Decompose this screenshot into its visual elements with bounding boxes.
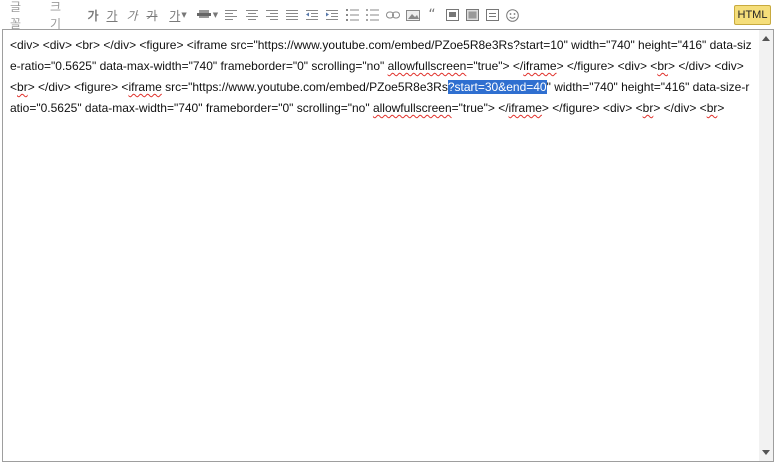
strikethrough-icon[interactable]: 가: [144, 5, 160, 25]
selected-text: ?start=30&end=40: [447, 80, 547, 94]
video-icon[interactable]: [444, 5, 460, 25]
italic-icon[interactable]: 가: [124, 5, 140, 25]
chevron-down-icon: ▼: [181, 11, 187, 19]
source-text-segment: > </div> <: [653, 101, 707, 115]
html-source-editor[interactable]: <div> <div> <br> </div> <figure> <iframe…: [2, 29, 774, 462]
source-text-segment: > </figure> <div> <: [541, 101, 643, 115]
link-icon[interactable]: [385, 5, 401, 25]
align-center-icon[interactable]: [245, 5, 259, 25]
font-size-select[interactable]: 크기: [50, 0, 74, 31]
align-left-icon[interactable]: [224, 5, 238, 25]
misspelled-word: br: [706, 101, 718, 115]
editor-toolbar: 글꼴 크기 가 가 가 가 가 ▼ ▼ “ HTML: [0, 0, 775, 31]
misspelled-word: iframe: [508, 101, 542, 115]
source-text-segment: ="true"> </: [466, 59, 524, 73]
underline-icon[interactable]: 가: [104, 5, 120, 25]
source-text-segment: ="true"> </: [451, 101, 509, 115]
scroll-down-arrow-icon[interactable]: [762, 450, 770, 455]
source-text-segment: > </div> <figure> <: [27, 80, 129, 94]
misspelled-word: iframe: [128, 80, 162, 94]
html-mode-button[interactable]: HTML: [734, 5, 771, 25]
font-color-glyph: 가: [169, 8, 181, 23]
emoji-icon[interactable]: [504, 5, 520, 25]
bullet-list-icon[interactable]: [365, 5, 379, 25]
chevron-down-icon: ▼: [212, 11, 219, 19]
bold-icon[interactable]: 가: [85, 5, 101, 25]
align-right-icon[interactable]: [265, 5, 279, 25]
source-text-segment: > </figure> <div> <: [556, 59, 658, 73]
font-family-select[interactable]: 글꼴: [10, 0, 34, 31]
quote-icon[interactable]: “: [425, 5, 439, 25]
misspelled-word: br: [17, 80, 28, 94]
image-icon[interactable]: [405, 5, 421, 25]
indent-icon[interactable]: [325, 5, 339, 25]
font-color-icon[interactable]: 가 ▼: [165, 5, 191, 25]
outdent-icon[interactable]: [305, 5, 319, 25]
misspelled-word: iframe: [523, 59, 557, 73]
scroll-up-arrow-icon[interactable]: [762, 36, 770, 41]
box-icon[interactable]: [484, 5, 500, 25]
ordered-list-icon[interactable]: [345, 5, 359, 25]
align-justify-icon[interactable]: [285, 5, 299, 25]
background-color-icon[interactable]: ▼: [194, 5, 220, 25]
vertical-scrollbar[interactable]: [759, 30, 773, 461]
source-text-segment: src="https://www.youtube.com/embed/PZoe5…: [161, 80, 448, 94]
html-source-text[interactable]: <div> <div> <br> </div> <figure> <iframe…: [10, 35, 752, 119]
misspelled-word: allowfullscreen: [372, 101, 452, 115]
photo-icon[interactable]: [464, 5, 480, 25]
misspelled-word: br: [642, 101, 654, 115]
source-text-segment: >: [717, 101, 725, 115]
misspelled-word: br: [657, 59, 668, 73]
misspelled-word: allowfullscreen: [387, 59, 467, 73]
